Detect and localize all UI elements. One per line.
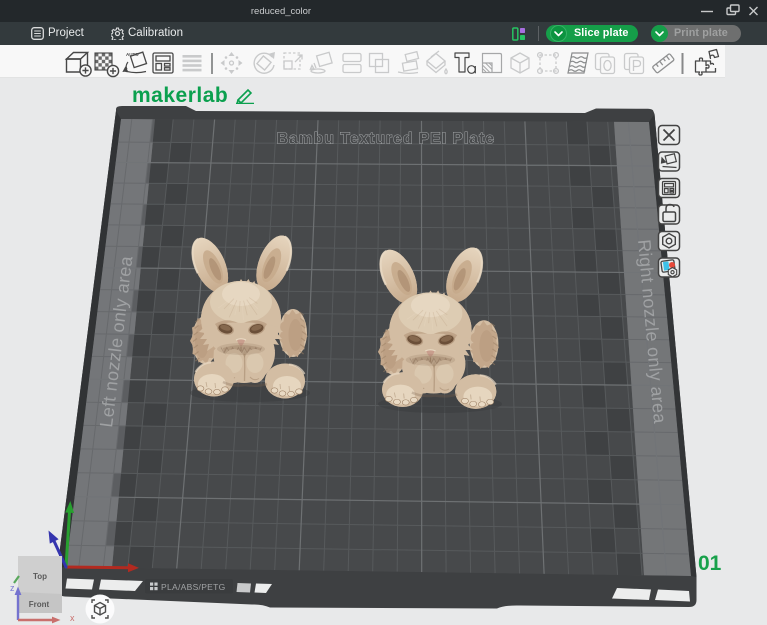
svg-text:Front: Front [29,600,50,609]
svg-text:x: x [70,613,75,623]
svg-text:Bambu Textured PEI Plate: Bambu Textured PEI Plate [277,131,495,148]
svg-text:PLA/ABS/PETG: PLA/ABS/PETG [161,582,226,592]
svg-text:z: z [10,583,15,593]
svg-text:AUTO: AUTO [126,52,139,57]
svg-text:Top: Top [33,572,47,581]
svg-text:01: 01 [698,552,722,575]
